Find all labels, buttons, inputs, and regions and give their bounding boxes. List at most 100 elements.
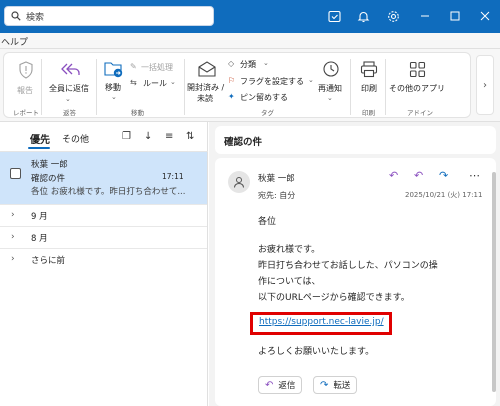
chevron-down-icon[interactable]: ⌄ <box>263 59 269 67</box>
search-box[interactable]: 検索 <box>4 6 214 26</box>
folder-group-older[interactable]: › さらに前 <box>0 248 207 270</box>
search-input[interactable]: 検索 <box>26 10 44 23</box>
chevron-right-icon: › <box>11 254 15 264</box>
chevron-down-icon[interactable]: ⌄ <box>65 95 71 103</box>
person-icon <box>234 177 244 188</box>
print-button[interactable]: 印刷 <box>361 83 377 94</box>
copy-icon[interactable]: ❐ <box>122 131 131 142</box>
scrollbar[interactable] <box>492 160 496 400</box>
report-group-label: レポート <box>13 109 39 117</box>
body-line: 昨日打ち合わせてお話しした、パソコンの操 <box>258 261 438 271</box>
message-time: 17:11 <box>162 172 184 181</box>
divider <box>41 59 42 115</box>
pin-button[interactable]: ピン留めする <box>240 92 288 103</box>
other-apps-button[interactable]: その他のアプリ <box>389 83 445 94</box>
chevron-down-icon[interactable]: ⌄ <box>308 76 314 84</box>
move-button[interactable]: 移動 <box>105 82 121 93</box>
title-bar: 検索 <box>0 0 500 33</box>
folder-group-september[interactable]: › 9 月 <box>0 204 207 226</box>
folder-group-label: 9 月 <box>31 212 48 222</box>
reply-button[interactable]: ↶ 返信 <box>258 376 303 394</box>
reply-button-label: 返信 <box>278 381 296 391</box>
reply-icon[interactable]: ↶ <box>389 169 398 182</box>
scrollbar-thumb[interactable] <box>492 172 496 392</box>
chevron-down-icon[interactable]: ⌄ <box>327 94 333 102</box>
report-button[interactable]: 報告 <box>17 85 33 96</box>
respond-group-label: 返答 <box>63 109 76 117</box>
reading-pane: 確認の件 秋葉 一郎 宛先: 自分 2025/10/21 (火) 17:11 ↶… <box>209 122 500 406</box>
ribbon-scroll-right-button[interactable]: › <box>476 55 494 115</box>
forward-icon[interactable]: ↷ <box>439 169 448 182</box>
reply-all-button[interactable]: 全員に返信 <box>49 83 89 94</box>
print-group-label: 印刷 <box>362 109 375 117</box>
ribbon-panel: 報告 レポート 全員に返信 ⌄ 返答 移動 ⌄ 移動 ✎ 一括処理 ⇆ ルール … <box>3 52 471 118</box>
list-item-selected[interactable]: 秋葉 一郎 確認の件 各位 お疲れ様です。昨日打ち合わせて... 17:11 <box>0 152 207 204</box>
menu-bar: ヘルプ <box>0 33 500 49</box>
forward-icon: ↷ <box>320 379 329 391</box>
maximize-icon[interactable] <box>447 8 463 24</box>
flag-icon: ⚐ <box>228 76 236 85</box>
search-icon <box>11 11 21 21</box>
reply-icon: ↶ <box>265 379 274 391</box>
pin-icon: ✦ <box>228 92 235 101</box>
tag-icon: ◇ <box>228 59 235 68</box>
reply-all-icon[interactable]: ↶ <box>414 169 423 182</box>
move-group-label: 移動 <box>131 109 144 117</box>
forward-button-label: 転送 <box>333 381 351 391</box>
bell-icon[interactable] <box>355 8 371 24</box>
folder-group-label: 8 月 <box>31 234 48 244</box>
chevron-down-icon[interactable]: ⌄ <box>111 93 117 101</box>
flag-button[interactable]: フラグを設定する <box>240 76 304 87</box>
bulk-clean-button[interactable]: 一括処理 <box>141 62 173 73</box>
sweep-icon: ✎ <box>130 62 137 71</box>
divider <box>96 59 97 115</box>
printer-icon <box>360 61 378 78</box>
menu-help[interactable]: ヘルプ <box>1 35 28 48</box>
clock-icon <box>323 61 339 77</box>
envelope-open-icon <box>198 61 216 77</box>
message-card: 秋葉 一郎 宛先: 自分 2025/10/21 (火) 17:11 ↶ ↶ ↷ … <box>215 158 496 406</box>
folder-move-icon <box>104 62 123 78</box>
forward-button[interactable]: ↷ 転送 <box>313 376 358 394</box>
categorize-button[interactable]: 分類 <box>240 59 256 70</box>
close-icon[interactable] <box>477 8 493 24</box>
folder-group-label: さらに前 <box>31 256 66 266</box>
message-checkbox[interactable] <box>10 168 21 179</box>
body-line: 以下のURLページから確認できます。 <box>258 293 410 303</box>
message-sender: 秋葉 一郎 <box>31 160 68 170</box>
reply-all-icon <box>61 63 80 75</box>
chevron-right-icon: › <box>11 210 15 220</box>
avatar <box>228 171 250 193</box>
filter-icon[interactable]: ≡ <box>165 131 173 142</box>
snooze-button[interactable]: 再通知 <box>318 83 342 94</box>
folder-group-august[interactable]: › 8 月 <box>0 226 207 248</box>
divider <box>385 59 386 115</box>
shield-icon <box>19 61 33 79</box>
body-line: お疲れ様です。 <box>258 245 321 255</box>
sender-name[interactable]: 秋葉 一郎 <box>258 172 295 184</box>
ribbon: 報告 レポート 全員に返信 ⌄ 返答 移動 ⌄ 移動 ✎ 一括処理 ⇆ ルール … <box>0 49 500 122</box>
more-options-icon[interactable]: ⋯ <box>469 169 480 182</box>
divider <box>350 59 351 115</box>
gear-icon[interactable] <box>385 8 401 24</box>
message-date: 2025/10/21 (火) 17:11 <box>405 191 483 199</box>
apps-grid-icon <box>409 61 426 78</box>
minimize-icon[interactable] <box>417 8 433 24</box>
chevron-right-icon: › <box>483 79 487 91</box>
rules-icon: ⇆ <box>130 78 137 87</box>
body-line: 各位 <box>258 217 277 227</box>
body-line: 作については、 <box>258 277 321 287</box>
divider <box>184 59 185 115</box>
support-link[interactable]: https://support.nec-lavie.jp/ <box>259 317 384 327</box>
message-list-tabs: 優先 その他 ❐ ↓ ≡ ⇅ <box>0 122 208 152</box>
arrow-down-icon[interactable]: ↓ <box>144 131 152 142</box>
chevron-down-icon[interactable]: ⌄ <box>170 78 176 86</box>
tags-group-label: タグ <box>261 109 274 117</box>
read-unread-button[interactable]: 開封済み / <box>187 82 224 93</box>
sort-icon[interactable]: ⇅ <box>186 131 194 142</box>
tab-other[interactable]: その他 <box>62 132 89 145</box>
message-list-pane: 優先 その他 ❐ ↓ ≡ ⇅ 秋葉 一郎 確認の件 各位 お疲れ様です。昨日打ち… <box>0 122 208 406</box>
rules-button[interactable]: ルール <box>143 78 167 89</box>
my-day-icon[interactable] <box>326 8 342 24</box>
tab-focused[interactable]: 優先 <box>30 131 50 146</box>
